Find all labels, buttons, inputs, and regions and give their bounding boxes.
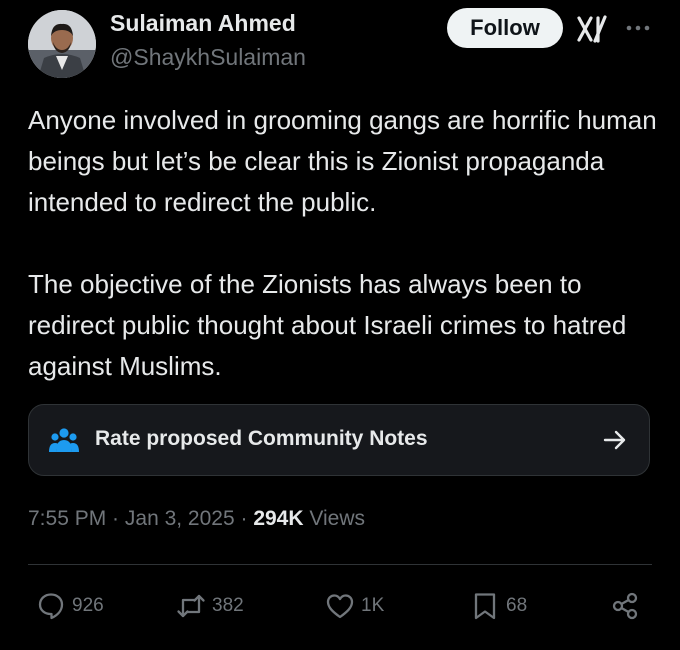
author-handle[interactable]: @ShaykhSulaiman: [110, 44, 306, 71]
more-icon[interactable]: [624, 14, 652, 42]
community-notes-card[interactable]: Rate proposed Community Notes: [28, 404, 650, 476]
reply-count: 926: [72, 595, 104, 616]
heart-icon: [326, 594, 354, 619]
tweet-header: Sulaiman Ahmed @ShaykhSulaiman Follow: [0, 0, 680, 90]
like-button[interactable]: 1K: [325, 590, 384, 622]
follow-button[interactable]: Follow: [447, 8, 563, 48]
bookmark-button[interactable]: 68: [470, 590, 527, 622]
repost-button[interactable]: 382: [176, 590, 244, 622]
tweet-paragraph-2: The objective of the Zionists has always…: [28, 269, 627, 381]
people-icon: [49, 428, 79, 452]
repost-count: 382: [212, 595, 244, 616]
views-label: Views: [309, 507, 366, 530]
meta-separator: ·: [106, 507, 125, 530]
arrow-right-icon[interactable]: [602, 427, 628, 453]
reply-button[interactable]: 926: [36, 590, 104, 622]
share-button[interactable]: [610, 590, 640, 622]
divider: [28, 564, 652, 565]
views-count: 294K: [253, 507, 304, 530]
bookmark-icon: [474, 593, 496, 620]
grok-icon[interactable]: [576, 14, 608, 44]
author-name[interactable]: Sulaiman Ahmed: [110, 10, 296, 37]
share-icon: [612, 592, 638, 620]
tweet-meta: 7:55 PM · Jan 3, 2025 · 294K Views: [28, 507, 365, 531]
bookmark-count: 68: [506, 595, 528, 616]
tweet-time[interactable]: 7:55 PM: [28, 507, 106, 530]
tweet-text: Anyone involved in grooming gangs are ho…: [28, 100, 668, 387]
reply-icon: [38, 593, 64, 620]
tweet-date[interactable]: Jan 3, 2025: [125, 507, 235, 530]
tweet-paragraph-1: Anyone involved in grooming gangs are ho…: [28, 105, 657, 217]
avatar[interactable]: [28, 10, 96, 78]
avatar-photo: [28, 10, 96, 78]
community-notes-label: Rate proposed Community Notes: [95, 427, 428, 450]
repost-icon: [177, 594, 205, 618]
like-count: 1K: [361, 595, 385, 616]
meta-separator: ·: [234, 507, 254, 530]
